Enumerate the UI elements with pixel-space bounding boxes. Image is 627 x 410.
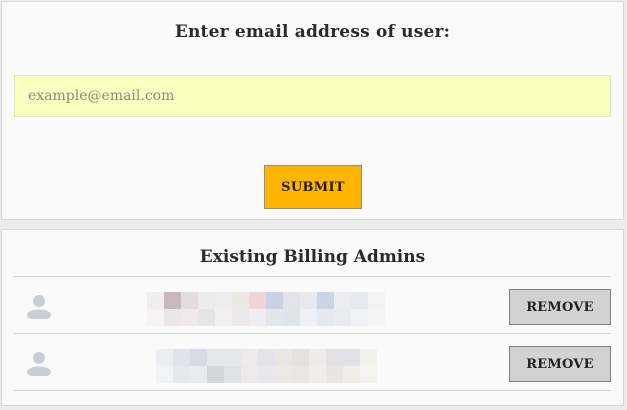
email-input[interactable] (14, 75, 611, 117)
existing-admins-title: Existing Billing Admins (199, 247, 426, 267)
admin-row: REMOVE (14, 334, 611, 391)
remove-button[interactable]: REMOVE (509, 289, 611, 325)
remove-button[interactable]: REMOVE (509, 346, 611, 382)
user-icon (26, 293, 52, 321)
user-icon (26, 350, 52, 378)
admin-row: REMOVE (14, 277, 611, 334)
existing-admins-panel: Existing Billing Admins REMOVE REMOVE (1, 229, 624, 406)
add-billing-admin-panel: Enter email address of user: SUBMIT (1, 1, 624, 220)
email-prompt-label: Enter email address of user: (174, 22, 451, 42)
redacted-admin-email (147, 292, 385, 326)
admin-list: REMOVE REMOVE (14, 276, 611, 391)
submit-button[interactable]: SUBMIT (264, 165, 362, 209)
redacted-admin-email (156, 349, 377, 383)
